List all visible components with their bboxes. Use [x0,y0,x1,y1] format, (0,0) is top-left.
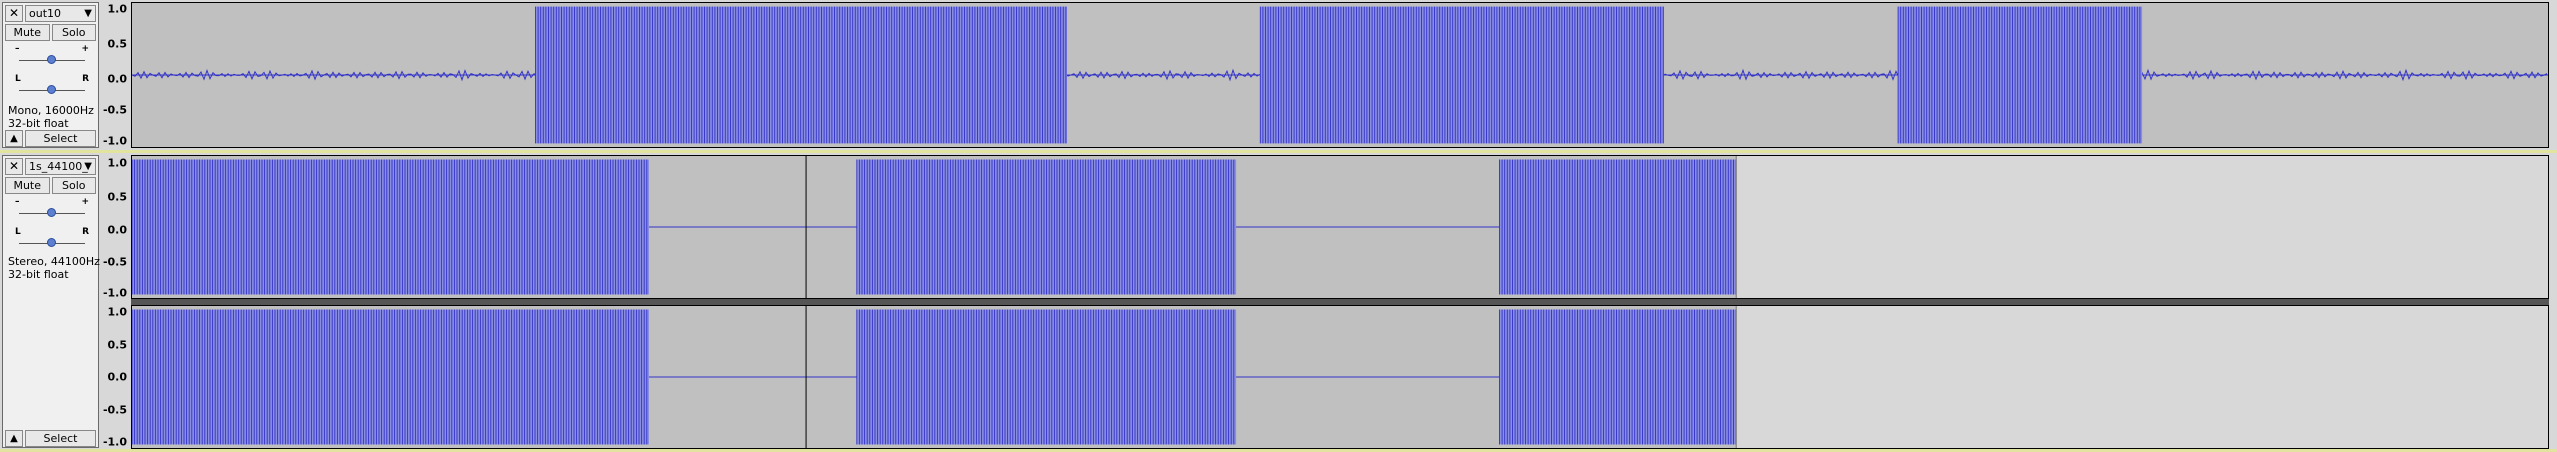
track-out10: ✕ out10 ▼ Mute Solo – + L R Mono, 16000H… [0,0,2557,150]
track-1s_44100: ✕ 1s_44100_ ▼ Mute Solo – + L R Stereo, … [0,153,2557,450]
waveform-area-right-channel[interactable] [131,305,2549,449]
track-name-label: out10 [29,7,62,20]
ruler-tick-label: -0.5 [102,103,127,117]
ruler-tick-label: -0.5 [102,255,127,269]
gain-slider-knob[interactable] [47,208,56,217]
waveform-area[interactable] [131,2,2549,148]
ruler-tick-label: 1.0 [107,156,128,170]
ruler-tick-label: 1.0 [107,2,128,16]
vertical-ruler: 1.0 0.5 0.0 -0.5 -1.0 [101,2,131,148]
collapse-track-button[interactable]: ▲ [5,130,23,147]
ruler-tick-label: -1.0 [102,435,127,449]
pan-slider-knob[interactable] [47,85,56,94]
collapse-track-button[interactable]: ▲ [5,430,23,447]
track-rate-info: Stereo, 44100Hz [8,255,100,268]
gain-max-label: + [81,44,89,54]
waveform-burst [535,6,1067,144]
solo-button[interactable]: Solo [51,177,96,194]
pan-right-label: R [82,227,89,237]
vertical-ruler: 1.0 0.5 0.0 -0.5 -1.0 [101,305,131,449]
waveform-area-left-channel[interactable] [131,155,2549,299]
empty-track-region [1736,306,2548,448]
track-rate-info: Mono, 16000Hz [8,104,94,117]
track-name-label: 1s_44100_ [29,160,88,173]
ruler-tick-label: 0.5 [107,37,128,51]
track-name-menu[interactable]: 1s_44100_ ▼ [25,158,96,175]
pan-left-label: L [15,227,21,237]
waveform-svg [132,156,2548,298]
select-track-button[interactable]: Select [25,430,96,447]
select-track-button[interactable]: Select [25,130,96,147]
ruler-tick-label: 1.0 [107,305,128,319]
pan-left-label: L [15,74,21,84]
ruler-tick-label: -1.0 [102,134,127,148]
ruler-tick-label: -1.0 [102,286,127,300]
gain-min-label: – [15,44,20,54]
gain-slider-knob[interactable] [47,55,56,64]
track-control-panel: ✕ out10 ▼ Mute Solo – + L R Mono, 16000H… [2,2,99,148]
ruler-tick-label: 0.0 [107,370,128,384]
pan-right-label: R [82,74,89,84]
chevron-down-icon: ▼ [84,161,92,172]
close-track-button[interactable]: ✕ [5,5,23,22]
track-control-panel: ✕ 1s_44100_ ▼ Mute Solo – + L R Stereo, … [2,155,100,448]
mute-button[interactable]: Mute [5,177,50,194]
ruler-tick-label: -0.5 [102,403,127,417]
waveform-svg [132,306,2548,448]
waveform-burst [1499,309,1737,445]
pan-slider[interactable]: L R [13,227,91,250]
solo-button[interactable]: Solo [51,24,96,41]
close-track-button[interactable]: ✕ [5,158,23,175]
track-bitdepth-info: 32-bit float [8,117,69,130]
pan-slider-knob[interactable] [47,238,56,247]
gain-slider[interactable]: – + [13,197,91,220]
track-bitdepth-info: 32-bit float [8,268,69,281]
track-format-info: Stereo, 44100Hz 32-bit float [8,255,100,281]
ruler-tick-label: 0.0 [107,223,128,237]
ruler-tick-label: 0.5 [107,190,128,204]
empty-track-region [1736,156,2548,298]
track-format-info: Mono, 16000Hz 32-bit float [8,104,94,130]
track-name-menu[interactable]: out10 ▼ [25,5,96,22]
chevron-down-icon: ▼ [84,8,92,19]
pan-slider[interactable]: L R [13,74,91,97]
waveform-burst [1499,159,1737,295]
gain-max-label: + [81,197,89,207]
ruler-tick-label: 0.0 [107,72,128,86]
vertical-ruler: 1.0 0.5 0.0 -0.5 -1.0 [101,156,131,300]
waveform-svg [132,6,2548,144]
gain-slider[interactable]: – + [13,44,91,67]
ruler-tick-label: 0.5 [107,338,128,352]
mute-button[interactable]: Mute [5,24,50,41]
gain-min-label: – [15,197,20,207]
